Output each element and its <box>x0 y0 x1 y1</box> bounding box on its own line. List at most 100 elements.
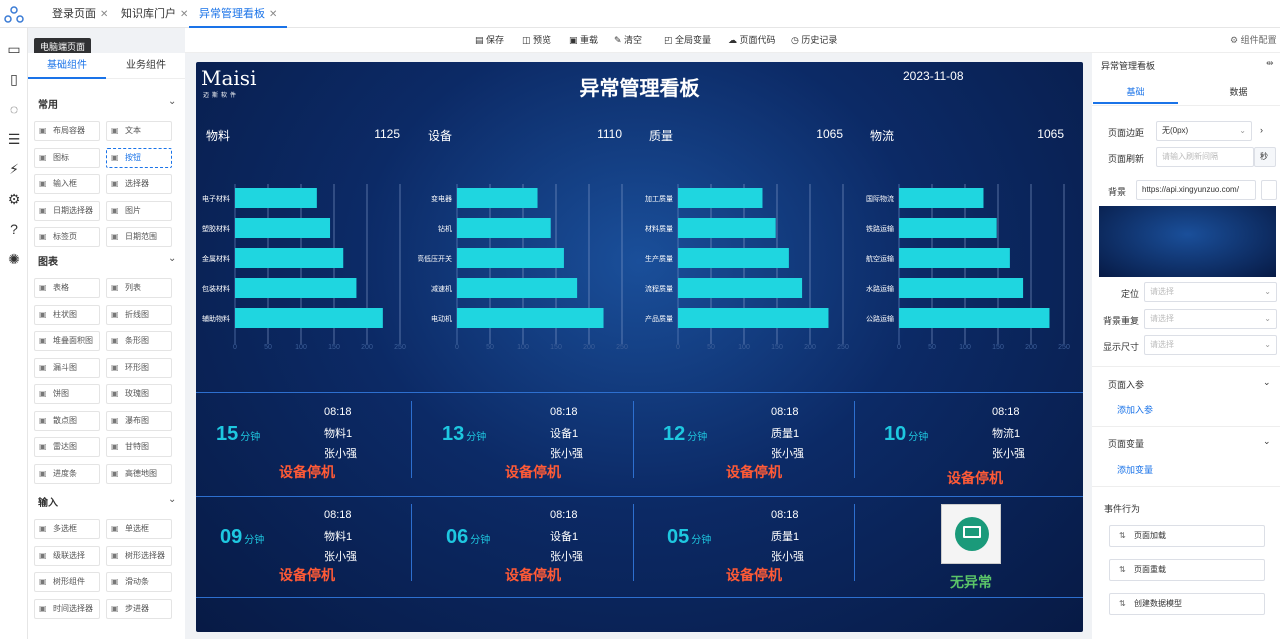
chevron-down-icon[interactable]: ⌄ <box>168 494 176 505</box>
component-item[interactable]: ▣ 单选框 <box>106 519 172 539</box>
component-item[interactable]: ▣ 按钮 <box>106 147 172 168</box>
refresh-input[interactable]: 请输入刷新间隔 <box>1156 147 1254 167</box>
tab-basic-components[interactable]: 基础组件 <box>28 53 106 79</box>
bar[interactable] <box>678 218 776 238</box>
bar[interactable] <box>899 278 1024 298</box>
bar[interactable] <box>678 278 803 298</box>
page-code-button[interactable]: ☁ 页面代码 <box>728 28 776 53</box>
component-item[interactable]: ▣ 雷达图 <box>34 437 100 457</box>
tab-data[interactable]: 数据 <box>1196 80 1280 104</box>
bar[interactable] <box>899 248 1010 268</box>
ai-icon[interactable]: ✺ <box>5 250 23 268</box>
component-item[interactable]: ▣ 柱状图 <box>34 304 100 325</box>
gear-icon[interactable]: ⚙ <box>5 190 23 208</box>
chevron-down-icon[interactable]: ⌄ <box>1263 377 1271 388</box>
database-icon[interactable]: ☰ <box>5 130 23 148</box>
component-item[interactable]: ▣ 日期选择器 <box>34 200 100 221</box>
component-item[interactable]: ▣ 步进器 <box>106 598 172 619</box>
bar[interactable] <box>235 308 383 328</box>
component-item[interactable]: ▣ 瀑布图 <box>106 410 172 431</box>
bar[interactable] <box>899 308 1050 328</box>
close-icon[interactable]: ✕ <box>269 9 277 20</box>
component-item[interactable]: ▣ 标签页 <box>34 227 100 247</box>
component-item[interactable]: ▣ 日期范围 <box>106 227 172 247</box>
component-item[interactable]: ▣ 条形图 <box>106 331 172 351</box>
component-tree-icon[interactable]: ◌ <box>5 100 23 118</box>
alert-card[interactable]: 06 分钟 08:18 设备1 张小强 设备停机 <box>422 501 642 596</box>
bar[interactable] <box>457 218 551 238</box>
bar[interactable] <box>457 188 538 208</box>
history-button[interactable]: ◷ 历史记录 <box>791 28 837 53</box>
desktop-icon[interactable]: ▭ <box>5 40 23 58</box>
bar[interactable] <box>457 308 604 328</box>
position-select[interactable]: 请选择 ⌄ <box>1144 282 1277 302</box>
alert-card[interactable]: 12 分钟 08:18 质量1 张小强 设备停机 <box>643 398 863 493</box>
component-item[interactable]: ▣ 列表 <box>106 278 172 298</box>
component-item[interactable]: ▣ 树形选择器 <box>106 545 172 566</box>
save-button[interactable]: ▤ 保存 <box>475 28 504 53</box>
tab-login-page[interactable]: 登录页面 ✕ <box>42 0 118 28</box>
bar[interactable] <box>235 218 331 238</box>
chevron-right-icon[interactable]: › <box>1260 125 1263 135</box>
component-item[interactable]: ▣ 甘特图 <box>106 437 172 457</box>
component-item[interactable]: ▣ 高德地图 <box>106 463 172 484</box>
add-var-link[interactable]: 添加变量 <box>1117 463 1153 476</box>
alert-card[interactable]: 09 分钟 08:18 物料1 张小强 设备停机 <box>196 501 416 596</box>
component-item[interactable]: ▣ 级联选择 <box>34 545 100 566</box>
plugin-icon[interactable]: ⚡ <box>5 160 23 178</box>
component-item[interactable]: ▣ 滑动条 <box>106 572 172 592</box>
component-item[interactable]: ▣ 多选框 <box>34 519 100 539</box>
close-icon[interactable]: ✕ <box>100 9 108 20</box>
bar[interactable] <box>235 188 317 208</box>
component-item[interactable]: ▣ 进度条 <box>34 463 100 484</box>
component-item[interactable]: ▣ 图标 <box>34 147 100 168</box>
event-create-model-button[interactable]: ⇅ 创建数据模型 <box>1109 593 1265 615</box>
global-vars-button[interactable]: ◰ 全局变量 <box>664 28 711 53</box>
component-item[interactable]: ▣ 散点图 <box>34 410 100 431</box>
preview-button[interactable]: ◫ 预览 <box>522 28 551 53</box>
component-item[interactable]: ▣ 布局容器 <box>34 121 100 141</box>
bar[interactable] <box>899 218 997 238</box>
bar[interactable] <box>235 278 357 298</box>
chevron-down-icon[interactable]: ⌄ <box>1263 436 1271 447</box>
component-item[interactable]: ▣ 堆叠面积图 <box>34 331 100 351</box>
event-page-load-button[interactable]: ⇅ 页面加载 <box>1109 525 1265 547</box>
bar[interactable] <box>678 248 789 268</box>
tab-knowledge-portal[interactable]: 知识库门户 ✕ <box>111 0 198 28</box>
close-icon[interactable]: ✕ <box>180 9 188 20</box>
alert-card[interactable]: 10 分钟 08:18 物流1 张小强 设备停机 <box>864 398 1083 493</box>
component-item[interactable]: ▣ 图片 <box>106 200 172 221</box>
clear-button[interactable]: ✎ 清空 <box>614 28 642 53</box>
background-color-picker[interactable] <box>1261 180 1277 200</box>
help-icon[interactable]: ? <box>5 220 23 238</box>
chevron-down-icon[interactable]: ⌄ <box>168 253 176 264</box>
reload-button[interactable]: ▣ 重载 <box>569 28 598 53</box>
alert-card[interactable]: 13 分钟 08:18 设备1 张小强 设备停机 <box>422 398 642 493</box>
margin-select[interactable]: 无(0px) ⌄ <box>1156 121 1252 141</box>
component-item[interactable]: ▣ 选择器 <box>106 174 172 194</box>
chevron-down-icon[interactable]: ⌄ <box>168 96 176 107</box>
repeat-select[interactable]: 请选择 ⌄ <box>1144 309 1277 329</box>
tab-anomaly-board[interactable]: 异常管理看板 ✕ <box>189 0 288 28</box>
component-config-button[interactable]: ⚙ 组件配置 <box>1230 28 1277 53</box>
bar[interactable] <box>678 308 829 328</box>
bar[interactable] <box>235 248 344 268</box>
component-item[interactable]: ▣ 时间选择器 <box>34 598 100 619</box>
component-item[interactable]: ▣ 环形图 <box>106 357 172 378</box>
tab-basic[interactable]: 基础 <box>1093 80 1178 104</box>
component-item[interactable]: ▣ 文本 <box>106 121 172 141</box>
add-param-link[interactable]: 添加入参 <box>1117 403 1153 416</box>
event-page-reload-button[interactable]: ⇅ 页面重载 <box>1109 559 1265 581</box>
bar[interactable] <box>457 278 578 298</box>
alert-card[interactable]: 05 分钟 08:18 质量1 张小强 设备停机 <box>643 501 863 596</box>
bar[interactable] <box>678 188 763 208</box>
background-url-input[interactable]: https://api.xingyunzuo.com/ <box>1136 180 1256 200</box>
component-item[interactable]: ▣ 玫瑰图 <box>106 384 172 404</box>
app-logo-icon[interactable] <box>4 4 24 24</box>
collapse-icon[interactable]: ⇹ <box>1266 58 1274 69</box>
component-item[interactable]: ▣ 折线图 <box>106 304 172 325</box>
mobile-icon[interactable]: ▯ <box>5 70 23 88</box>
component-item[interactable]: ▣ 输入框 <box>34 174 100 194</box>
bar[interactable] <box>457 248 564 268</box>
alert-card[interactable]: 15 分钟 08:18 物料1 张小强 设备停机 <box>196 398 416 493</box>
